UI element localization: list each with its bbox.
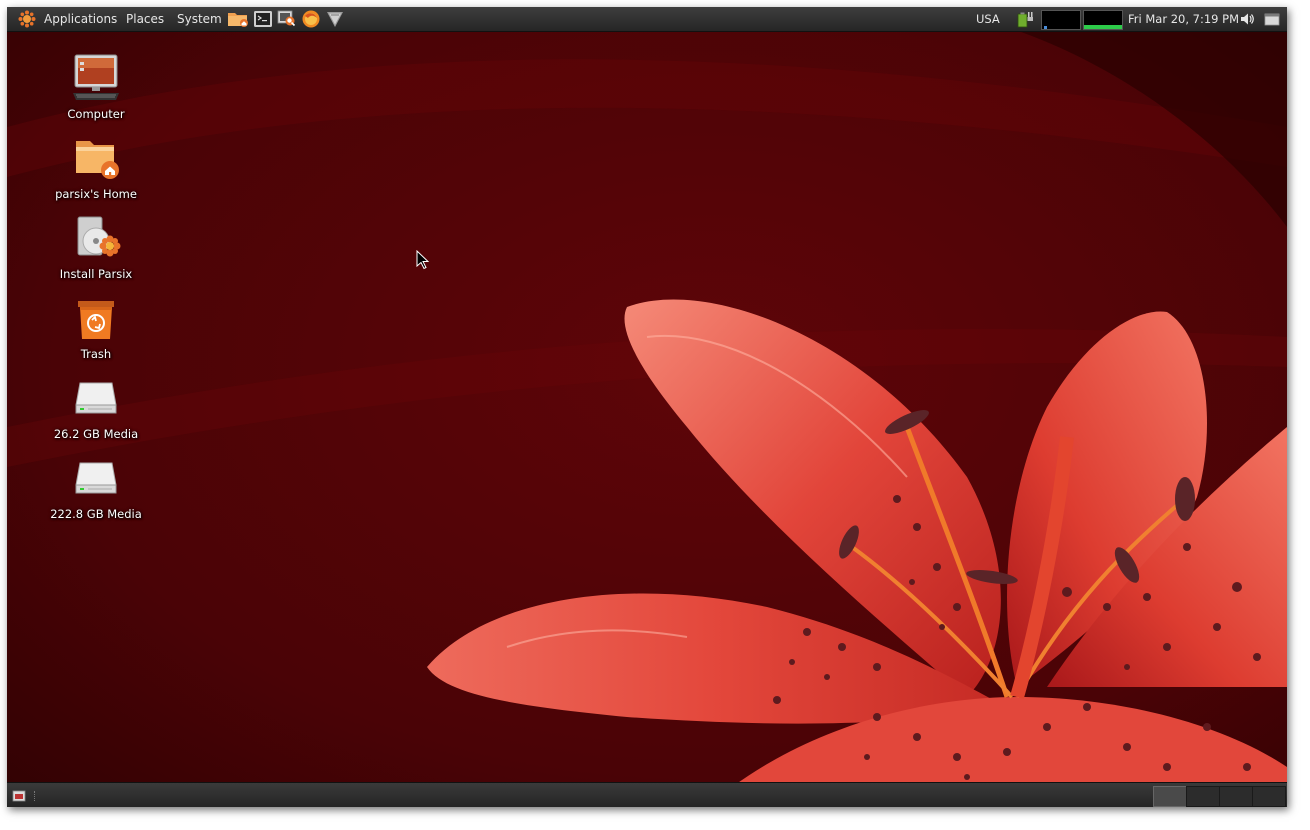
desktop-icon-install[interactable]: Install Parsix [41, 213, 151, 281]
panel-drag-handle[interactable] [34, 791, 38, 801]
keyboard-layout-indicator[interactable]: USA [976, 7, 1000, 31]
desktop-icon-label: Trash [80, 347, 112, 361]
computer-icon [73, 54, 119, 100]
mouse-cursor-icon [416, 250, 430, 270]
hard-drive-icon [75, 462, 117, 494]
terminal-icon[interactable] [253, 10, 273, 28]
desktop-icon-label: Install Parsix [59, 267, 133, 281]
workspace-1[interactable] [1153, 786, 1187, 807]
cpu-monitor-graph[interactable] [1083, 10, 1123, 30]
install-disc-icon [77, 216, 121, 257]
network-monitor-graph[interactable] [1041, 10, 1081, 30]
workspace-4[interactable] [1252, 786, 1286, 807]
battery-icon[interactable] [1017, 10, 1037, 28]
desktop-wallpaper [7, 7, 1287, 807]
desktop-icon-label: 26.2 GB Media [53, 427, 139, 441]
desktop-icon-media-26[interactable]: 26.2 GB Media [41, 373, 151, 441]
vlc-icon[interactable] [325, 10, 345, 28]
gnome-foot-icon[interactable] [17, 10, 37, 28]
desktop-icon-label: Computer [67, 107, 125, 121]
desktop-icon-label: parsix's Home [55, 187, 137, 201]
desktop-screen: Applications Places System USA Fri Mar 2… [7, 7, 1287, 807]
volume-icon[interactable] [1239, 10, 1259, 28]
hard-drive-icon [75, 382, 117, 414]
desktop-icon-media-222[interactable]: 222.8 GB Media [41, 453, 151, 521]
system-menu[interactable]: System [177, 7, 222, 31]
desktop-icon-computer[interactable]: Computer [41, 53, 151, 121]
show-desktop-icon [12, 790, 26, 802]
applications-menu[interactable]: Applications [44, 7, 117, 31]
workspace-2[interactable] [1186, 786, 1220, 807]
search-icon[interactable] [277, 10, 297, 28]
show-desktop-button[interactable] [12, 788, 26, 802]
home-folder-icon [76, 141, 119, 179]
desktop-icon-home[interactable]: parsix's Home [41, 133, 151, 201]
top-panel: Applications Places System USA Fri Mar 2… [7, 7, 1287, 32]
clock[interactable]: Fri Mar 20, 7:19 PM [1128, 7, 1239, 31]
show-desktop-icon[interactable] [1263, 10, 1283, 28]
desktop-icon-label: 222.8 GB Media [50, 507, 142, 521]
firefox-icon[interactable] [301, 10, 321, 28]
desktop-icon-trash[interactable]: Trash [41, 293, 151, 361]
home-folder-icon[interactable] [227, 10, 248, 28]
workspace-3[interactable] [1219, 786, 1253, 807]
trash-icon [78, 301, 114, 339]
bottom-panel [7, 782, 1287, 807]
workspace-switcher [1153, 783, 1287, 807]
places-menu[interactable]: Places [126, 7, 164, 31]
